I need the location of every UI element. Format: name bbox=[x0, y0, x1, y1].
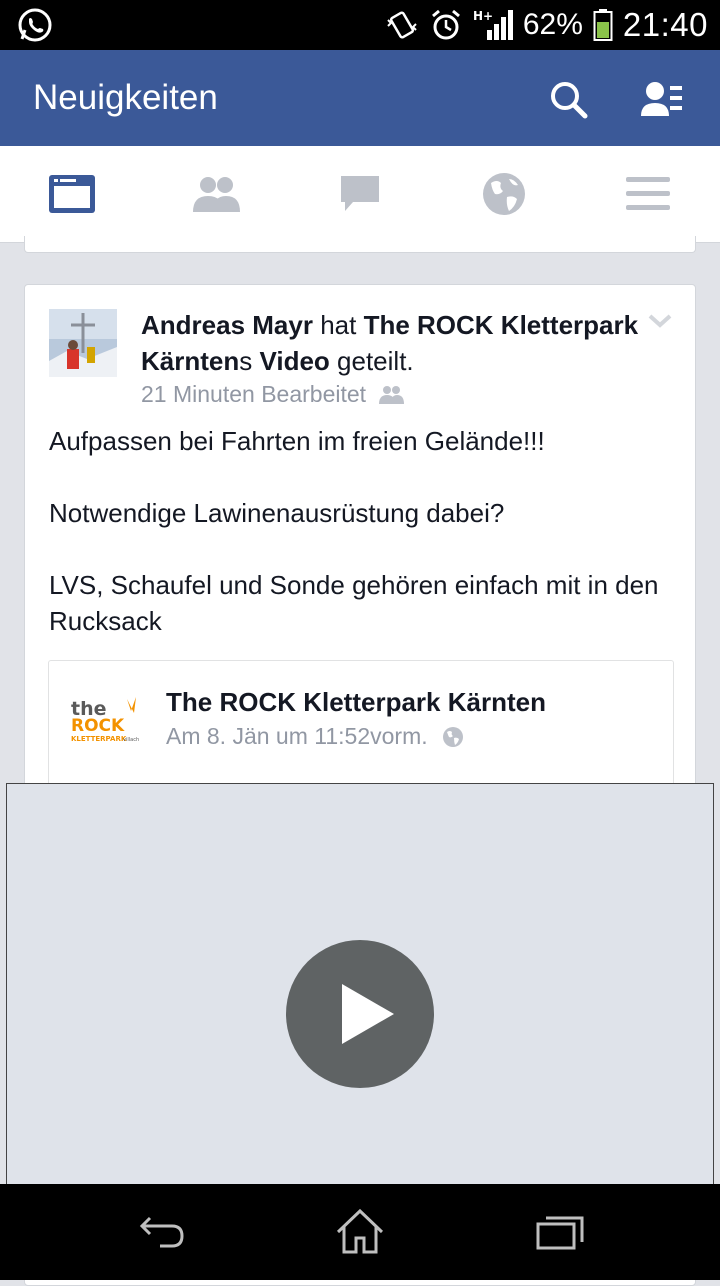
search-icon[interactable] bbox=[547, 78, 591, 122]
shared-meta: Am 8. Jän um 11:52vorm. bbox=[166, 723, 464, 750]
svg-text:H+: H+ bbox=[473, 9, 493, 23]
status-bar: H+ 62% 21:40 bbox=[0, 0, 720, 50]
tab-messages[interactable] bbox=[288, 146, 432, 242]
play-icon bbox=[342, 984, 394, 1044]
public-globe-icon bbox=[442, 726, 463, 747]
whatsapp-icon bbox=[18, 8, 52, 42]
play-button[interactable] bbox=[286, 940, 434, 1088]
tab-menu[interactable] bbox=[576, 146, 720, 242]
back-icon[interactable] bbox=[130, 1202, 190, 1262]
shared-page-name[interactable]: The ROCK Kletterpark Kärnten bbox=[166, 687, 546, 718]
headline-shared-word: hat bbox=[312, 310, 364, 340]
previous-post-card bbox=[24, 236, 696, 253]
vibrate-icon bbox=[387, 11, 417, 39]
post-paragraph: Notwendige Lawinenausrüstung dabei? bbox=[49, 498, 505, 528]
chevron-down-icon[interactable] bbox=[647, 313, 673, 329]
battery-icon bbox=[593, 9, 613, 41]
headline-possessive: s bbox=[239, 346, 260, 376]
post-body: Aufpassen bei Fahrten im freien Gelände!… bbox=[49, 423, 671, 639]
svg-text:villach: villach bbox=[123, 737, 139, 743]
alarm-icon bbox=[431, 9, 460, 40]
svg-text:KLETTERPARK: KLETTERPARK bbox=[71, 735, 127, 743]
post-paragraph: LVS, Schaufel und Sonde gehören einfach … bbox=[49, 570, 659, 636]
post-meta: 21 Minuten Bearbeitet bbox=[141, 381, 405, 408]
app-bar: Neuigkeiten bbox=[0, 50, 720, 146]
tab-news-feed[interactable] bbox=[0, 146, 144, 242]
avatar[interactable] bbox=[49, 309, 117, 377]
clock: 21:40 bbox=[622, 6, 708, 43]
tab-friends[interactable] bbox=[144, 146, 288, 242]
tab-bar bbox=[0, 146, 720, 243]
headline-suffix: geteilt. bbox=[329, 346, 414, 376]
svg-text:ROCK: ROCK bbox=[71, 716, 125, 736]
post-timestamp[interactable]: 21 Minuten Bearbeitet bbox=[141, 381, 366, 408]
battery-percent: 62% bbox=[522, 8, 583, 41]
menu-icon bbox=[626, 177, 670, 210]
news-feed-icon bbox=[49, 175, 95, 213]
author-name[interactable]: Andreas Mayr bbox=[141, 310, 313, 340]
video-player[interactable] bbox=[6, 783, 714, 1187]
messages-icon bbox=[341, 176, 379, 211]
recent-apps-icon[interactable] bbox=[530, 1202, 590, 1262]
post-paragraph: Aufpassen bei Fahrten im freien Gelände!… bbox=[49, 426, 545, 456]
friends-icon bbox=[193, 177, 240, 212]
video-link[interactable]: Video bbox=[259, 346, 329, 376]
tab-notifications[interactable] bbox=[432, 146, 576, 242]
page-title: Neuigkeiten bbox=[33, 78, 218, 117]
friends-audience-icon bbox=[379, 385, 405, 404]
shared-timestamp[interactable]: Am 8. Jän um 11:52vorm. bbox=[166, 723, 428, 750]
signal-hplus-icon: H+ bbox=[473, 9, 513, 40]
post-headline: Andreas Mayr hat The ROCK Kletterpark Kä… bbox=[141, 307, 641, 379]
home-icon[interactable] bbox=[330, 1202, 390, 1262]
the-rock-logo: the ROCK KLETTERPARK villach bbox=[71, 697, 139, 743]
system-nav-bar bbox=[0, 1184, 720, 1280]
avatar-photo bbox=[49, 309, 117, 377]
friend-requests-icon[interactable] bbox=[640, 78, 684, 122]
globe-icon bbox=[483, 173, 525, 215]
